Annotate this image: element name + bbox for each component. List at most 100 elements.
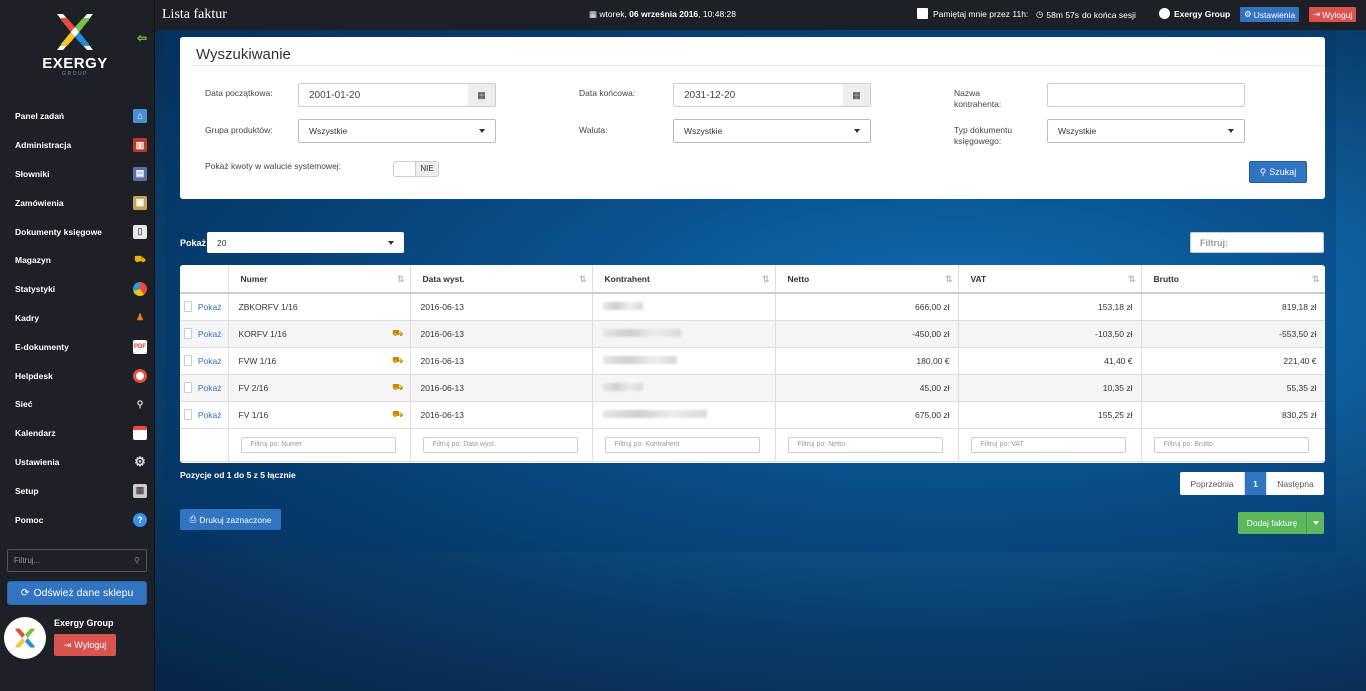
table-row[interactable]: Pokaż FVW 1/16 ⛟ 2016-06-13 180,00 € 41,4… bbox=[180, 347, 1325, 375]
next-page-button[interactable]: Następna bbox=[1267, 472, 1324, 495]
help-icon: ? bbox=[133, 512, 147, 527]
page-1-button[interactable]: 1 bbox=[1245, 472, 1267, 495]
remember-checkbox[interactable] bbox=[917, 8, 928, 19]
search-button[interactable]: ⚲ Szukaj bbox=[1249, 161, 1307, 183]
remember-me[interactable]: Pamiętaj mnie przez 11h: bbox=[917, 8, 1028, 19]
row-checkbox[interactable] bbox=[184, 301, 192, 313]
sidebar-item-setup[interactable]: Setup ▦ bbox=[0, 476, 155, 505]
row-select: Pokaż bbox=[184, 301, 222, 313]
sidebar-filter-input[interactable]: Filtruj... ⚲ bbox=[7, 549, 147, 572]
show-link[interactable]: Pokaż bbox=[198, 383, 222, 393]
logout-label: Wyloguj bbox=[74, 640, 107, 650]
collapse-sidebar-icon[interactable]: ⇦ bbox=[137, 31, 147, 45]
sort-icon: ⇅ bbox=[944, 274, 953, 284]
numer-cell: ZBKORFV 1/16 bbox=[228, 293, 411, 321]
date-to-input[interactable]: 2031-12-20 bbox=[673, 83, 844, 107]
sidebar-item-helpdesk[interactable]: Helpdesk bbox=[0, 361, 155, 390]
session-suffix: do końca sesji bbox=[1082, 9, 1136, 20]
sidebar-item-kadry[interactable]: Kadry ♟ bbox=[0, 304, 155, 333]
column-header-kontrahent[interactable]: Kontrahent ⇅ bbox=[592, 265, 776, 294]
prev-page-button[interactable]: Poprzednia bbox=[1180, 472, 1245, 495]
column-header-numer[interactable]: Numer ⇅ bbox=[228, 265, 411, 294]
doc-type-label: Typ dokumentu księgowego: bbox=[954, 125, 1012, 147]
show-link[interactable]: Pokaż bbox=[198, 356, 222, 366]
date-from-input[interactable]: 2001-01-20 bbox=[298, 83, 469, 107]
sidebar-item-slowniki[interactable]: Słowniki ▤ bbox=[0, 160, 155, 189]
logout-button[interactable]: ⇥ Wyloguj bbox=[1309, 7, 1357, 22]
sidebar-item-statystyki[interactable]: Statystyki bbox=[0, 275, 155, 304]
company-switcher[interactable]: Exergy Group bbox=[1159, 8, 1230, 19]
filter-vat-input[interactable]: Filtruj po: VAT bbox=[970, 436, 1126, 453]
currency-select[interactable]: Wszystkie bbox=[673, 119, 871, 143]
sort-icon: ⇅ bbox=[578, 274, 587, 284]
table-filter-input[interactable]: Filtruj: bbox=[1190, 232, 1324, 253]
home-icon: ⌂ bbox=[133, 109, 147, 124]
show-link[interactable]: Pokaż bbox=[198, 329, 222, 339]
sidebar-item-pomoc[interactable]: Pomoc? bbox=[0, 505, 155, 534]
row-select-cell: Pokaż bbox=[180, 347, 229, 375]
sidebar-logout-button[interactable]: ⇥ Wyloguj bbox=[54, 634, 116, 656]
table-row[interactable]: Pokaż FV 2/16 ⛟ 2016-06-13 45,00 zł 10,35… bbox=[180, 374, 1325, 402]
sidebar-item-panel-zadan[interactable]: Panel zadań ⌂ bbox=[0, 102, 155, 131]
row-select: Pokaż bbox=[184, 355, 222, 366]
sidebar-filter-placeholder: Filtruj... bbox=[14, 556, 41, 565]
table-row[interactable]: Pokaż ZBKORFV 1/16 2016-06-13 666,00 zł … bbox=[180, 293, 1325, 321]
sidebar-item-kalendarz[interactable]: Kalendarz bbox=[0, 419, 155, 448]
chevron-down-icon bbox=[1312, 521, 1319, 525]
add-invoice-dropdown-toggle[interactable] bbox=[1307, 512, 1324, 534]
print-selected-button[interactable]: ⎙ Drukuj zaznaczone bbox=[180, 509, 281, 530]
search-icon: ⚲ bbox=[1259, 166, 1267, 177]
correction-icon: ⛟ bbox=[392, 354, 404, 365]
row-checkbox[interactable] bbox=[184, 355, 192, 366]
filter-numer-input[interactable]: Filtruj po: Numer bbox=[240, 436, 396, 453]
row-checkbox[interactable] bbox=[184, 409, 192, 420]
date-cell: 2016-06-13 bbox=[410, 401, 593, 429]
exergy-logo[interactable]: EXERGY GROUP bbox=[30, 12, 120, 92]
filter-brutto-input[interactable]: Filtruj po: Brutto bbox=[1153, 436, 1309, 453]
row-checkbox[interactable] bbox=[184, 382, 192, 393]
row-checkbox[interactable] bbox=[184, 328, 192, 339]
row-select: Pokaż bbox=[184, 382, 222, 393]
sidebar-item-siec[interactable]: Sieć ⚲ bbox=[0, 390, 155, 419]
sidebar-item-e-dokumenty[interactable]: E-dokumenty PDF bbox=[0, 332, 155, 361]
column-header-brutto[interactable]: Brutto ⇅ bbox=[1141, 265, 1325, 294]
search-icon: ⚲ bbox=[134, 556, 140, 565]
table-row[interactable]: Pokaż FV 1/16 ⛟ 2016-06-13 675,00 zł 155,… bbox=[180, 401, 1325, 429]
doc-type-select[interactable]: Wszystkie bbox=[1047, 119, 1245, 143]
column-header-vat[interactable]: VAT ⇅ bbox=[958, 265, 1142, 294]
sidebar-item-label: Setup bbox=[15, 485, 39, 496]
system-currency-toggle[interactable]: NIE bbox=[393, 161, 439, 177]
column-header-netto[interactable]: Netto ⇅ bbox=[775, 265, 959, 294]
sidebar-item-label: Statystyki bbox=[15, 284, 56, 295]
show-link[interactable]: Pokaż bbox=[198, 302, 222, 312]
contractor-label: Nazwa kontrahenta: bbox=[954, 88, 1001, 110]
sidebar-item-dokumenty-ksiegowe[interactable]: Dokumenty księgowe ▯ bbox=[0, 217, 155, 246]
date-from-calendar-button[interactable]: ▦ bbox=[468, 83, 496, 107]
document-icon: ▯ bbox=[133, 224, 147, 239]
filter-netto-input[interactable]: Filtruj po: Netto bbox=[787, 436, 943, 453]
filter-data-input[interactable]: Filtruj po: Data wyst. bbox=[422, 436, 578, 453]
contractor-input[interactable] bbox=[1047, 83, 1245, 107]
sidebar-item-zamowienia[interactable]: Zamówienia ▣ bbox=[0, 188, 155, 217]
settings-button[interactable]: ⚙ Ustawienia bbox=[1240, 7, 1300, 22]
refresh-shop-data-button[interactable]: ⟳ Odśwież dane sklepu bbox=[7, 581, 147, 605]
show-link[interactable]: Pokaż bbox=[198, 410, 222, 420]
invoice-number: FV 1/16 bbox=[238, 409, 269, 420]
sidebar-menu: Panel zadań ⌂ Administracja ▥ Słowniki ▤ Za… bbox=[0, 102, 155, 534]
sidebar-item-ustawienia[interactable]: Ustawienia ⚙ bbox=[0, 448, 155, 477]
add-invoice-button[interactable]: Dodaj fakturę bbox=[1238, 512, 1307, 534]
invoice-number: ZBKORFV 1/16 bbox=[238, 301, 298, 312]
column-header-label: Kontrahent bbox=[604, 273, 650, 284]
filter-kontrahent-input[interactable]: Filtruj po: Kontrahent bbox=[604, 436, 760, 453]
row-select-cell: Pokaż bbox=[180, 293, 229, 321]
sidebar-item-magazyn[interactable]: Magazyn ⛟ bbox=[0, 246, 155, 275]
page-size-select[interactable]: 20 bbox=[207, 232, 404, 253]
numer-wrap: FVW 1/16 ⛟ bbox=[239, 355, 404, 367]
column-header-data[interactable]: Data wyst. ⇅ bbox=[410, 265, 593, 294]
product-group-select[interactable]: Wszystkie bbox=[298, 119, 496, 143]
date-to-calendar-button[interactable]: ▦ bbox=[843, 83, 871, 107]
row-select: Pokaż bbox=[184, 328, 222, 339]
table-row[interactable]: Pokaż KORFV 1/16 ⛟ 2016-06-13 -450,00 zł … bbox=[180, 320, 1325, 348]
numer-cell: FVW 1/16 ⛟ bbox=[228, 347, 411, 375]
sidebar-item-administracja[interactable]: Administracja ▥ bbox=[0, 131, 155, 160]
